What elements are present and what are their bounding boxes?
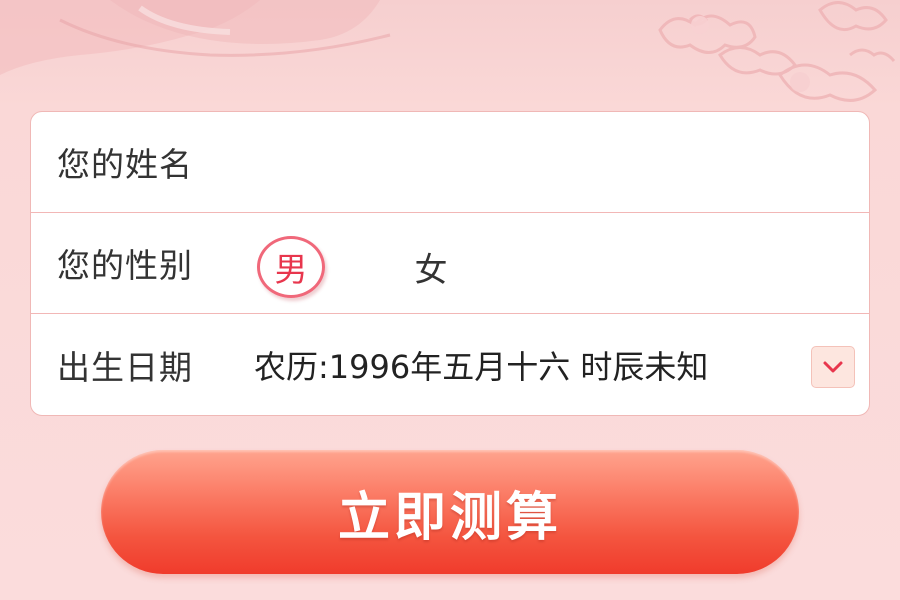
name-input[interactable] <box>261 136 845 188</box>
date-dropdown-button[interactable] <box>811 346 855 388</box>
birth-date-label: 出生日期 <box>57 347 193 387</box>
submit-button[interactable]: 立即测算 <box>101 450 799 574</box>
fortune-form: 您的姓名 您的性别 男 女 出生日期 农历:1996年五月十六 时辰未知 <box>30 111 870 416</box>
gender-label: 您的性别 <box>57 246 193 285</box>
gender-option-female[interactable]: 女 <box>397 236 465 298</box>
gender-row: 您的性别 男 女 <box>31 213 869 314</box>
birth-date-value[interactable]: 农历:1996年五月十六 时辰未知 <box>254 342 799 388</box>
birth-date-row[interactable]: 出生日期 农历:1996年五月十六 时辰未知 <box>31 314 869 415</box>
name-row: 您的姓名 <box>31 112 869 213</box>
name-label: 您的姓名 <box>57 145 193 184</box>
gender-option-male[interactable]: 男 <box>257 236 325 298</box>
chevron-down-icon <box>823 361 843 373</box>
submit-label: 立即测算 <box>337 487 562 548</box>
